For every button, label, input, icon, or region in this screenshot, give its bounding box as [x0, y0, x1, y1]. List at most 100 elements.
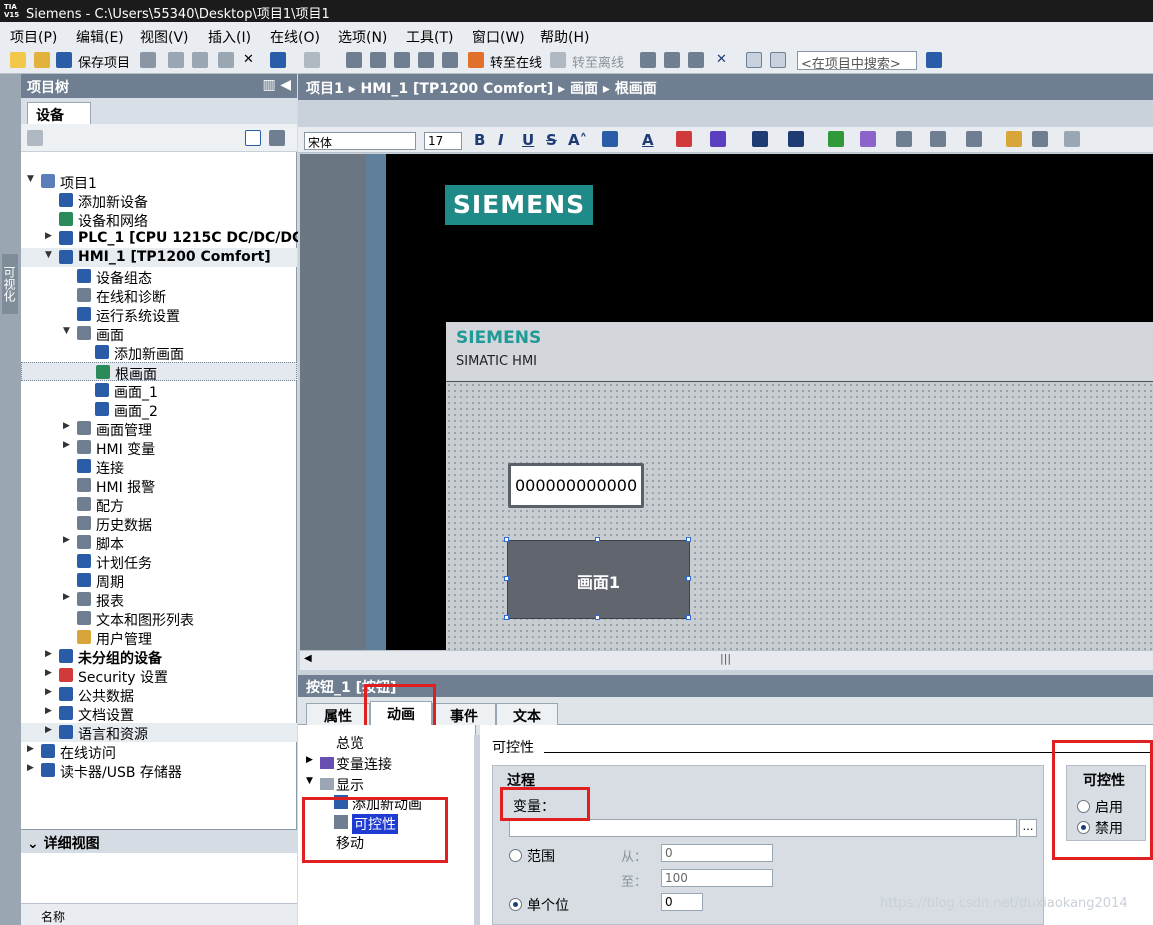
resize-handle[interactable] [595, 615, 600, 620]
undo-icon[interactable] [270, 52, 286, 68]
editing-canvas[interactable]: SIEMENS SIEMENS SIMATIC HMI 000000000000… [300, 154, 1153, 650]
new-project-icon[interactable] [10, 52, 26, 68]
menu-options[interactable]: 选项(N) [338, 27, 387, 47]
resize-handle[interactable] [504, 537, 509, 542]
menu-project[interactable]: 项目(P) [10, 27, 57, 47]
menu-window[interactable]: 窗口(W) [472, 27, 525, 47]
save-icon[interactable] [56, 52, 72, 68]
go-offline-icon[interactable] [550, 52, 566, 68]
scroll-thumb[interactable]: ||| [720, 652, 731, 665]
expand-arrow[interactable]: ▶ [306, 755, 313, 765]
tree-item[interactable]: 配方 [21, 495, 297, 515]
screen-button[interactable]: 画面1 [507, 540, 690, 619]
strikethrough-icon[interactable]: S [546, 131, 557, 149]
line-style-icon[interactable] [752, 131, 768, 147]
menu-help[interactable]: 帮助(H) [540, 27, 589, 47]
tree-item[interactable]: ▶ 在线访问 [21, 742, 297, 762]
expand-arrow-icon[interactable]: ▶ [63, 592, 70, 602]
go-online-icon[interactable] [468, 52, 484, 68]
align-objects-icon[interactable] [896, 131, 912, 147]
format-painter-icon[interactable] [1006, 131, 1022, 147]
tree-item[interactable]: 画面_2 [21, 400, 297, 420]
variable-input[interactable] [509, 819, 1017, 837]
simulation-icon[interactable] [418, 52, 434, 68]
tree-item[interactable]: HMI 报警 [21, 476, 297, 496]
go-online-button[interactable]: 转至在线 [490, 52, 542, 71]
from-input[interactable]: 0 [661, 844, 773, 862]
tree-item[interactable]: 计划任务 [21, 552, 297, 572]
expand-arrow-icon[interactable]: ▶ [63, 535, 70, 545]
resize-handle[interactable] [686, 576, 691, 581]
stop-cpu-icon[interactable] [688, 52, 704, 68]
go-offline-button[interactable]: 转至离线 [572, 52, 624, 71]
tree-item[interactable]: 添加新画面 [21, 343, 297, 363]
expand-arrow-icon[interactable]: ▶ [63, 421, 70, 431]
expand-arrow-icon[interactable]: ▶ [45, 725, 52, 735]
breadcrumb-device[interactable]: HMI_1 [TP1200 Comfort] [361, 81, 554, 97]
browse-button[interactable]: … [1019, 819, 1037, 837]
resize-handle[interactable] [686, 537, 691, 542]
resize-handle[interactable] [595, 537, 600, 542]
fill-color-icon[interactable] [676, 131, 692, 147]
tree-item[interactable]: 设备和网络 [21, 210, 297, 230]
project-search-input[interactable]: <在项目中搜索> [797, 51, 917, 72]
expand-arrow-icon[interactable]: ▶ [27, 744, 34, 754]
split-vertical-icon[interactable] [770, 52, 786, 68]
tree-item[interactable]: 用户管理 [21, 628, 297, 648]
menu-view[interactable]: 视图(V) [140, 27, 189, 47]
tree-item[interactable]: ▶ 公共数据 [21, 685, 297, 705]
tree-item[interactable]: 添加新设备 [21, 191, 297, 211]
same-size-icon[interactable] [966, 131, 982, 147]
tree-item[interactable]: ▶ 语言和资源 [21, 723, 297, 743]
horizontal-scrollbar[interactable]: ◀ ||| [300, 650, 1153, 670]
tree-item[interactable]: 根画面 [21, 362, 297, 383]
tree-item[interactable]: 画面_1 [21, 381, 297, 401]
io-field[interactable]: 000000000000 [508, 463, 644, 508]
start-simulation-icon[interactable] [442, 52, 458, 68]
expand-arrow-icon[interactable]: ▶ [45, 668, 52, 678]
print-icon[interactable] [140, 52, 156, 68]
expand-arrow-icon[interactable]: ▶ [45, 687, 52, 697]
nav-tag-connections[interactable]: 变量连接 [336, 754, 392, 774]
bit-input[interactable]: 0 [661, 893, 703, 911]
menu-insert[interactable]: 插入(I) [208, 27, 251, 47]
save-project-button[interactable]: 保存项目 [78, 52, 130, 71]
overview-icon[interactable] [245, 130, 261, 146]
tab-devices[interactable]: 设备 [27, 102, 91, 124]
nav-display[interactable]: 显示 [336, 775, 364, 795]
sort-icon[interactable] [1032, 131, 1048, 147]
superscript-icon[interactable]: A˄ [568, 131, 587, 149]
close-view-icon[interactable]: ✕ [716, 52, 727, 67]
expand-arrow-icon[interactable]: ▶ [45, 706, 52, 716]
italic-icon[interactable]: I [498, 131, 504, 149]
layer-icon[interactable] [828, 131, 844, 147]
menu-online[interactable]: 在线(O) [270, 27, 320, 47]
tree-item[interactable]: 运行系统设置 [21, 305, 297, 325]
resize-handle[interactable] [504, 576, 509, 581]
tree-item[interactable]: 文本和图形列表 [21, 609, 297, 629]
expand-arrow-icon[interactable]: ▶ [45, 649, 52, 659]
tree-item[interactable]: ▶ PLC_1 [CPU 1215C DC/DC/DC] [21, 229, 309, 248]
zoom-icon[interactable] [1064, 131, 1080, 147]
line-width-icon[interactable] [788, 131, 804, 147]
font-family-select[interactable]: 宋体 [304, 132, 416, 150]
tab-events[interactable]: 事件 [432, 703, 496, 725]
single-bit-radio[interactable] [509, 898, 522, 911]
detail-view-header[interactable]: ⌄ 详细视图 [21, 829, 297, 853]
collapse-arrow-icon[interactable]: ▼ [45, 250, 52, 260]
line-color-icon[interactable] [710, 131, 726, 147]
tree-item[interactable]: ▼ 画面 [21, 324, 297, 344]
visualization-tab[interactable]: 可视化 [2, 254, 18, 314]
tab-texts[interactable]: 文本 [496, 703, 558, 725]
expand-arrow-icon[interactable]: ▶ [63, 440, 70, 450]
sync-icon[interactable] [269, 130, 285, 146]
resize-handle[interactable] [686, 615, 691, 620]
search-project-icon[interactable] [926, 52, 942, 68]
tree-item[interactable]: 在线和诊断 [21, 286, 297, 306]
tree-item[interactable]: 连接 [21, 457, 297, 477]
accessible-devices-icon[interactable] [640, 52, 656, 68]
tree-item[interactable]: 设备组态 [21, 267, 297, 287]
font-size-select[interactable]: 17 [424, 132, 462, 150]
delete-icon[interactable]: ✕ [243, 52, 254, 67]
open-project-icon[interactable] [34, 52, 50, 68]
